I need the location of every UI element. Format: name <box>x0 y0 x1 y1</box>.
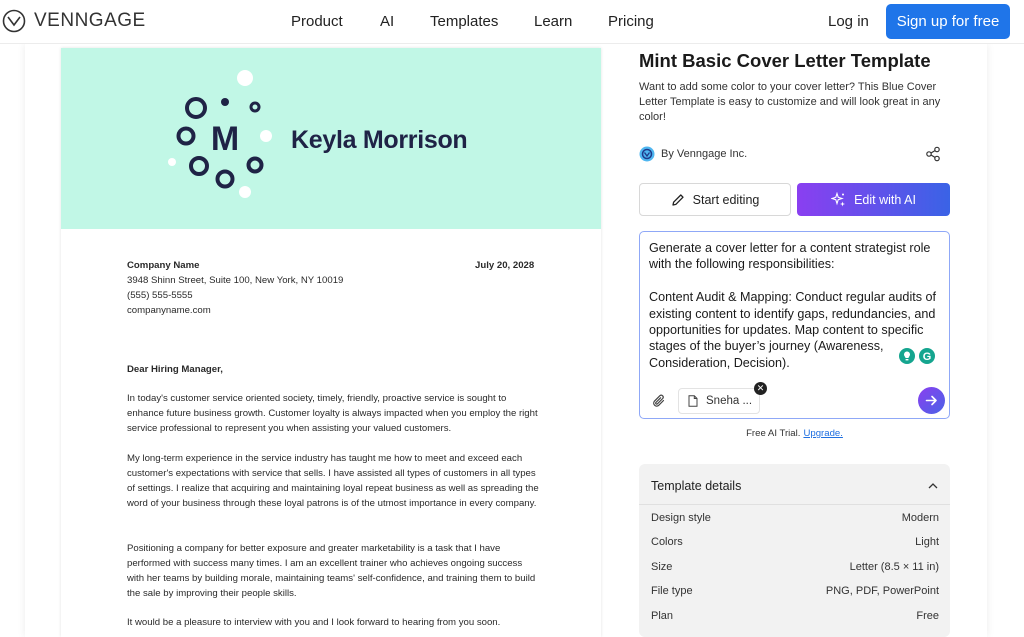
salutation: Dear Hiring Manager, <box>127 364 223 375</box>
letter-paragraph: Positioning a company for better exposur… <box>127 543 536 599</box>
upgrade-link[interactable]: Upgrade. <box>803 428 842 439</box>
signup-button[interactable]: Sign up for free <box>886 4 1010 39</box>
chevron-up-icon[interactable] <box>928 482 938 490</box>
close-icon[interactable]: ✕ <box>754 382 767 395</box>
document-icon <box>688 395 698 407</box>
start-editing-button[interactable]: Start editing <box>639 183 791 216</box>
attachment-name: Sneha ... <box>706 395 753 407</box>
detail-value: Modern <box>901 512 939 524</box>
detail-label: Colors <box>651 536 683 548</box>
author-info[interactable]: By Venngage Inc. <box>639 146 747 162</box>
grammarly-widget[interactable]: G <box>898 347 938 367</box>
paperclip-icon[interactable] <box>652 393 666 409</box>
grammarly-icon: G <box>919 348 935 364</box>
venngage-logo[interactable]: VENNGAGE <box>2 9 146 33</box>
monogram-graphic: M <box>168 70 272 198</box>
detail-value: Letter (8.5 × 11 in) <box>849 561 939 573</box>
letter-header: M Keyla Morrison <box>61 48 601 229</box>
detail-label: Plan <box>651 610 674 622</box>
top-navigation: VENNGAGE Product AI Templates Learn Pric… <box>0 0 1024 44</box>
edit-with-ai-button[interactable]: Edit with AI <box>797 183 950 216</box>
nav-product[interactable]: Product <box>291 13 343 30</box>
ai-prompt-box: Generate a cover letter for a content st… <box>639 231 950 419</box>
trial-text: Free AI Trial. <box>746 428 801 439</box>
template-preview[interactable]: M Keyla Morrison Company Name July 20, 2… <box>61 48 601 637</box>
template-title: Mint Basic Cover Letter Template <box>639 50 931 71</box>
detail-row: Design style Modern <box>651 512 939 524</box>
nav-templates[interactable]: Templates <box>430 13 498 30</box>
detail-value: Free <box>916 610 939 622</box>
sparkle-icon <box>831 192 846 207</box>
start-editing-label: Start editing <box>692 192 760 207</box>
detail-label: Size <box>651 561 673 573</box>
template-details-title: Template details <box>651 479 742 493</box>
author-avatar-icon <box>639 146 655 162</box>
template-details-panel: Template details Design style Modern Col… <box>639 464 950 637</box>
nav-pricing[interactable]: Pricing <box>608 13 654 30</box>
detail-row: Plan Free <box>651 610 939 622</box>
template-description: Want to add some color to your cover let… <box>639 81 941 123</box>
send-button[interactable] <box>918 387 945 414</box>
detail-value: PNG, PDF, PowerPoint <box>825 585 939 597</box>
edit-with-ai-label: Edit with AI <box>854 192 916 207</box>
nav-learn[interactable]: Learn <box>534 13 572 30</box>
ai-trial-notice: Free AI Trial. Upgrade. <box>639 428 950 439</box>
grammarly-suggestion-icon <box>899 348 915 364</box>
pencil-icon <box>671 193 684 206</box>
company-address: 3948 Shinn Street, Suite 100, New York, … <box>127 275 344 286</box>
company-phone: (555) 555-5555 <box>127 290 193 301</box>
arrow-right-icon <box>925 395 937 406</box>
monogram-letter: M <box>211 120 239 158</box>
detail-row: File type PNG, PDF, PowerPoint <box>651 585 939 597</box>
logo-icon <box>2 9 26 33</box>
company-website: companyname.com <box>127 305 211 316</box>
divider <box>639 504 950 505</box>
person-name: Keyla Morrison <box>291 126 468 154</box>
detail-label: File type <box>651 585 693 597</box>
svg-text:G: G <box>923 351 932 363</box>
detail-row: Colors Light <box>651 536 939 548</box>
letter-paragraph: In today's customer service oriented soc… <box>127 393 538 434</box>
company-name: Company Name <box>127 260 200 271</box>
brand-name: VENNGAGE <box>34 10 146 31</box>
attachment-chip[interactable]: Sneha ... <box>678 388 760 414</box>
letter-date: July 20, 2028 <box>475 260 535 271</box>
detail-value: Light <box>915 536 939 548</box>
detail-row: Size Letter (8.5 × 11 in) <box>651 561 939 573</box>
letter-paragraph: My long-term experience in the service i… <box>127 453 539 509</box>
nav-ai[interactable]: AI <box>380 13 394 30</box>
share-icon[interactable] <box>925 146 941 162</box>
author-name: By Venngage Inc. <box>661 148 748 160</box>
letter-paragraph: It would be a pleasure to interview with… <box>127 617 501 628</box>
login-link[interactable]: Log in <box>828 13 869 30</box>
detail-label: Design style <box>651 512 711 524</box>
